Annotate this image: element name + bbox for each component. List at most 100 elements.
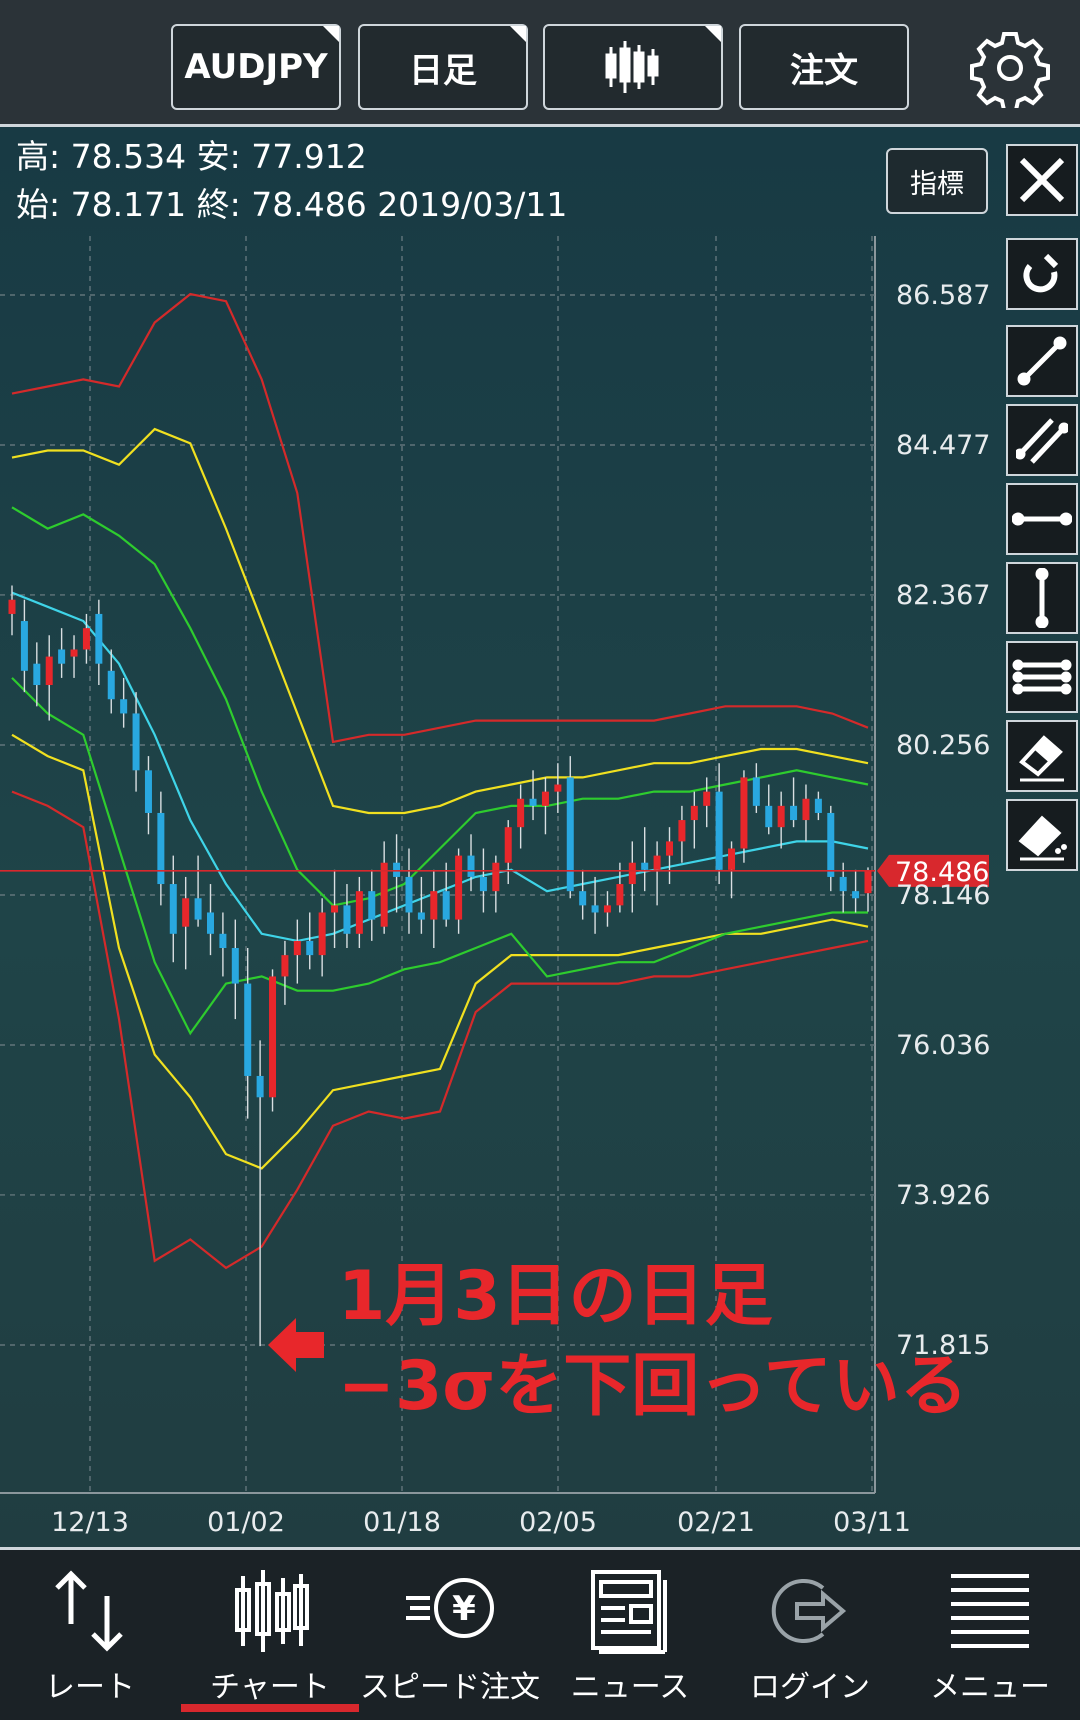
active-tab-indicator (181, 1704, 359, 1712)
close-icon (1019, 157, 1065, 203)
menu-icon (951, 1574, 1029, 1648)
candle-body (467, 855, 475, 877)
candlestick-icon (235, 1570, 309, 1652)
low-label: 安: (196, 137, 241, 176)
trendline-icon (1017, 336, 1067, 386)
y-tick-label: 78.146 (896, 880, 990, 911)
candle (306, 912, 314, 970)
annotation-text: 1月3日の日足 −3σを下回っている (338, 1252, 968, 1432)
y-tick-label: 73.926 (896, 1180, 990, 1211)
magnet-tool-button[interactable] (1006, 238, 1078, 310)
close-tool-button[interactable] (1006, 144, 1078, 216)
nav-item-menu[interactable]: メニュー (900, 1550, 1080, 1720)
candle (554, 763, 562, 813)
candle-body (541, 791, 549, 806)
candle (368, 869, 376, 941)
nav-label-chart: チャート (210, 1670, 330, 1705)
candle-body (70, 649, 78, 657)
candle (120, 677, 128, 728)
date-value: 2019/03/11 (377, 185, 568, 224)
candle-body (368, 891, 376, 920)
candle-body (219, 933, 227, 949)
candle-body (95, 613, 103, 664)
eraser-tool-button[interactable] (1006, 720, 1078, 792)
nav-label-rate: レート (45, 1670, 135, 1705)
candle-body (603, 905, 611, 913)
candle (144, 756, 152, 835)
bollinger-minus1-line (11, 677, 868, 1036)
vertical-line-tool-button[interactable] (1006, 562, 1078, 634)
trendline-tool-button[interactable] (1006, 325, 1078, 397)
login-icon (771, 1579, 847, 1643)
annotation-line-1: 1月3日の日足 (338, 1257, 773, 1336)
candle (405, 848, 413, 934)
candle-body (529, 798, 537, 806)
candle-body (666, 841, 674, 856)
candle-body (790, 805, 798, 821)
candle-body (442, 891, 450, 920)
candle-body (678, 820, 686, 842)
candle (641, 827, 649, 892)
candle (318, 898, 326, 977)
candle-body (144, 770, 152, 813)
ohlc-readout: 高: 78.534 安: 77.912 始: 78.171 終: 78.486 … (16, 133, 567, 229)
candle-body (8, 599, 16, 614)
y-tick-label: 84.477 (896, 430, 990, 461)
candle-body (281, 955, 289, 977)
candle-body (814, 798, 822, 813)
candle (45, 635, 53, 721)
multi-line-tool-button[interactable] (1006, 641, 1078, 713)
candle (20, 599, 28, 693)
candle (393, 834, 401, 913)
clear-all-tool-button[interactable] (1006, 799, 1078, 871)
horizontal-line-tool-button[interactable] (1006, 483, 1078, 555)
eraser-icon (1019, 735, 1064, 782)
candle-body (616, 884, 624, 906)
candle-body (839, 876, 847, 892)
annotation-line-2: −3σを下回っている (338, 1347, 968, 1426)
candle-body (393, 862, 401, 877)
candle-body (479, 876, 487, 892)
candle-body (628, 862, 636, 885)
candle-body (45, 656, 53, 686)
candle (417, 876, 425, 934)
nav-item-chart[interactable]: チャート (180, 1550, 360, 1720)
vertical-line-icon (1035, 568, 1049, 628)
candle-body (715, 791, 723, 870)
candle-body (231, 948, 239, 984)
candle (70, 635, 78, 678)
parallel-lines-tool-button[interactable] (1006, 404, 1078, 476)
bollinger-plus3-line (11, 292, 869, 744)
candle-body (169, 884, 177, 934)
bollinger-plus2-line (11, 427, 869, 815)
candle-body (566, 777, 574, 892)
candle (690, 791, 698, 849)
candle (579, 869, 587, 920)
candle-body (554, 784, 562, 792)
candle-body (194, 898, 202, 920)
indicator-button[interactable]: 指標 (886, 148, 988, 214)
nav-item-rate[interactable]: レート (0, 1550, 180, 1720)
candle (33, 642, 41, 707)
speed-yen-icon: ¥ (406, 1578, 494, 1638)
candle-body (827, 812, 835, 877)
candle (666, 827, 674, 885)
candle (95, 599, 103, 686)
nav-item-news[interactable]: ニュース (540, 1550, 720, 1720)
nav-label-speed-order: スピード注文 (360, 1670, 540, 1705)
candle (752, 763, 760, 813)
candle-body (256, 1075, 264, 1098)
candle-body (752, 777, 760, 806)
candle-body (331, 905, 339, 913)
y-tick-label: 82.367 (896, 580, 990, 611)
low-value: 77.912 (251, 137, 367, 176)
candle (765, 784, 773, 835)
candle (455, 848, 463, 934)
x-tick-label: 02/21 (677, 1507, 755, 1538)
candle-body (802, 798, 810, 821)
bollinger-mid-line (11, 591, 869, 943)
nav-item-login[interactable]: ログイン (720, 1550, 900, 1720)
nav-item-speed-order[interactable]: ¥ スピード注文 (360, 1550, 540, 1720)
candle (653, 841, 661, 906)
left-arrow-icon (268, 1318, 324, 1372)
